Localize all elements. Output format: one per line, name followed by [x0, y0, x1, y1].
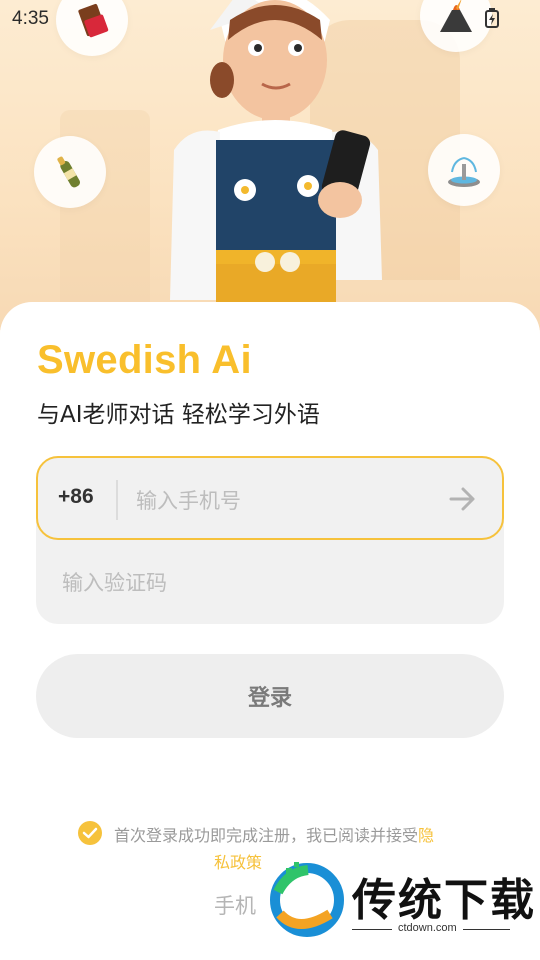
phone-input[interactable]	[134, 478, 438, 524]
champagne-icon	[57, 156, 80, 188]
chocolate-icon	[78, 3, 109, 38]
phone-field[interactable]: +86	[36, 456, 504, 540]
watermark-name: 传统下载	[352, 875, 536, 926]
field-divider	[116, 480, 118, 520]
code-input[interactable]	[60, 560, 464, 606]
app-title: Swedish Ai	[37, 338, 252, 382]
phone-login-option[interactable]: 手机	[214, 890, 256, 920]
privacy-policy-link-continued[interactable]: 私政策	[214, 849, 262, 873]
agreement-label: 首次登录成功即完成注册，我已阅读并接受	[114, 826, 419, 845]
hero-banner: 4:35	[0, 0, 540, 330]
chocolate-bubble	[56, 0, 128, 56]
privacy-policy-link[interactable]: 隐	[418, 826, 434, 845]
country-code[interactable]: +86	[58, 485, 94, 509]
fountain-bubble	[428, 134, 500, 206]
battery-icon	[485, 8, 499, 28]
status-time: 4:35	[12, 8, 49, 29]
login-button[interactable]: 登录	[36, 654, 504, 738]
app-subtitle: 与AI老师对话 轻松学习外语	[37, 402, 320, 428]
watermark-logo-icon	[270, 862, 344, 937]
watermark-url: ctdown.com	[392, 922, 463, 934]
agreement-text: 首次登录成功即完成注册，我已阅读并接受隐	[114, 822, 494, 846]
champagne-bubble	[34, 136, 106, 208]
agreement-checkbox-icon[interactable]	[78, 821, 102, 845]
fountain-icon	[448, 157, 480, 187]
volcano-icon	[440, 0, 472, 32]
arrow-right-icon[interactable]	[448, 484, 478, 514]
teacher-illustration	[170, 0, 382, 310]
